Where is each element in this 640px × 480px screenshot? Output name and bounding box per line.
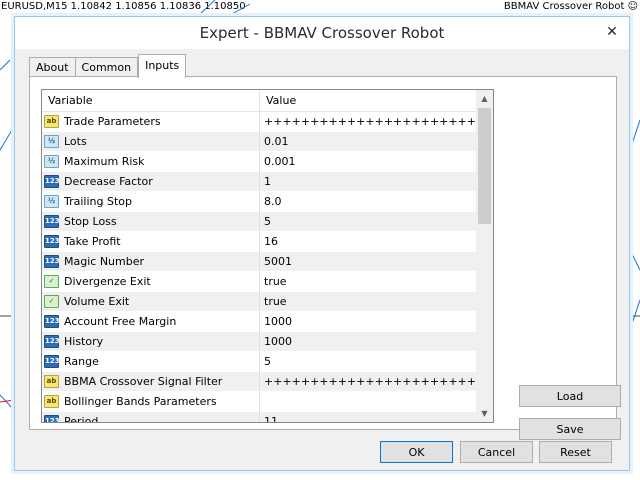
variable-value[interactable]: 0.01 [264,135,476,148]
variable-name: History [64,335,104,348]
variable-name: Period [64,415,99,423]
variable-name: Magic Number [64,255,145,268]
double-type-icon: ½ [44,135,59,148]
expert-dialog: Expert - BBMAV Crossover Robot ✕ About C… [14,16,630,471]
column-header-variable[interactable]: Variable [48,94,93,107]
variable-name: Account Free Margin [64,315,177,328]
variable-name: Take Profit [64,235,121,248]
string-type-icon: ab [44,115,59,128]
variable-value[interactable]: 5 [264,355,476,368]
save-button[interactable]: Save [519,418,621,440]
variable-value[interactable]: true [264,275,476,288]
variable-name: Trade Parameters [64,115,161,128]
close-icon: ✕ [606,24,618,40]
integer-type-icon: 123 [44,415,60,422]
table-row[interactable]: 123 Period 11 [42,412,477,423]
table-row[interactable]: 123 History 1000 [42,332,477,352]
table-row[interactable]: ✓ Divergenze Exit true [42,272,477,292]
bool-type-icon: ✓ [44,295,59,308]
variable-value[interactable]: 1000 [264,315,476,328]
variable-name: Lots [64,135,87,148]
double-type-icon: ½ [44,155,59,168]
variable-value[interactable]: 8.0 [264,195,476,208]
tab-inputs[interactable]: Inputs [138,54,187,78]
table-row[interactable]: 123 Stop Loss 5 [42,212,477,232]
table-row[interactable]: ab Trade Parameters ++++++++++++++++++++++… [42,112,477,132]
string-type-icon: ab [44,375,59,388]
table-row[interactable]: ½ Trailing Stop 8.0 [42,192,477,212]
variable-value[interactable]: 5 [264,215,476,228]
table-row[interactable]: ab BBMA Crossover Signal Filter ++++++++++… [42,372,477,392]
integer-type-icon: 123 [44,175,60,188]
dialog-title: Expert - BBMAV Crossover Robot [199,24,445,42]
load-button[interactable]: Load [519,385,621,407]
table-row[interactable]: 123 Account Free Margin 1000 [42,312,477,332]
integer-type-icon: 123 [44,355,60,368]
variable-value[interactable]: 5001 [264,255,476,268]
integer-type-icon: 123 [44,335,60,348]
variable-name: Decrease Factor [64,175,153,188]
table-row[interactable]: 123 Magic Number 5001 [42,252,477,272]
reset-button[interactable]: Reset [539,441,612,463]
bool-type-icon: ✓ [44,275,59,288]
variable-value[interactable]: 11 [264,415,476,422]
variable-name: Bollinger Bands Parameters [64,395,217,408]
close-button[interactable]: ✕ [601,21,623,43]
grid-rows: ab Trade Parameters ++++++++++++++++++++++… [42,112,477,423]
variable-name: Stop Loss [64,215,117,228]
dialog-titlebar[interactable]: Expert - BBMAV Crossover Robot ✕ [15,17,629,49]
tab-common[interactable]: Common [75,57,139,77]
variable-value[interactable]: 1 [264,175,476,188]
table-row[interactable]: 123 Decrease Factor 1 [42,172,477,192]
grid-scrollbar[interactable]: ▲ ▼ [476,90,493,422]
ok-button[interactable]: OK [380,441,453,463]
variable-value[interactable]: 16 [264,235,476,248]
variable-value[interactable]: 1000 [264,335,476,348]
table-row[interactable]: ½ Maximum Risk 0.001 [42,152,477,172]
integer-type-icon: 123 [44,235,60,248]
tab-about[interactable]: About [29,57,76,77]
variable-name: Maximum Risk [64,155,145,168]
integer-type-icon: 123 [44,315,60,328]
grid-header: Variable Value [42,90,477,112]
table-row[interactable]: ab Bollinger Bands Parameters [42,392,477,412]
inputs-panel: Variable Value ab Trade Parameters +++++++… [29,76,621,440]
cancel-button[interactable]: Cancel [460,441,533,463]
string-type-icon: ab [44,395,59,408]
inputs-grid: Variable Value ab Trade Parameters +++++++… [41,89,494,423]
variable-name: BBMA Crossover Signal Filter [64,375,223,388]
integer-type-icon: 123 [44,255,60,268]
table-row[interactable]: ✓ Volume Exit true [42,292,477,312]
column-header-value[interactable]: Value [266,94,296,107]
scroll-thumb[interactable] [478,108,491,224]
table-row[interactable]: 123 Take Profit 16 [42,232,477,252]
variable-name: Volume Exit [64,295,130,308]
variable-name: Divergenze Exit [64,275,151,288]
double-type-icon: ½ [44,195,59,208]
variable-value[interactable]: ++++++++++++++++++++++++++++++++ [264,115,476,128]
table-row[interactable]: ½ Lots 0.01 [42,132,477,152]
variable-value[interactable]: ++++++++++++++++++++++++++++++++ [264,375,476,388]
integer-type-icon: 123 [44,215,60,228]
variable-name: Range [64,355,99,368]
variable-value[interactable]: 0.001 [264,155,476,168]
scroll-down-icon[interactable]: ▼ [476,405,493,422]
table-row[interactable]: 123 Range 5 [42,352,477,372]
tab-strip: About Common Inputs [29,54,187,78]
variable-name: Trailing Stop [64,195,132,208]
variable-value[interactable]: true [264,295,476,308]
scroll-up-icon[interactable]: ▲ [476,90,493,107]
